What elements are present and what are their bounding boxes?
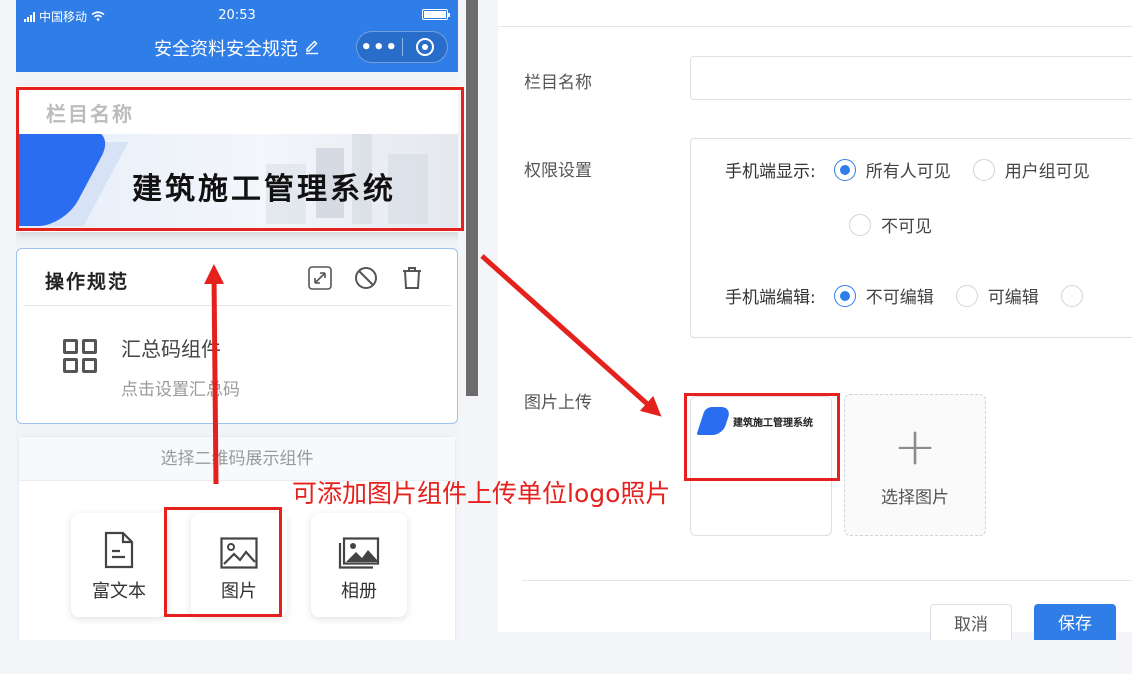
radio-user-group[interactable]: 用户组可见 — [972, 157, 1090, 182]
mini-program-capsule: ••• — [356, 31, 448, 63]
op-card-title: 操作规范 — [45, 271, 130, 293]
radio-everyone[interactable]: 所有人可见 — [833, 157, 951, 182]
radio-invisible[interactable]: 不可见 — [849, 212, 932, 237]
radio-unchecked-icon — [955, 284, 978, 307]
permission-label: 权限设置 — [524, 161, 592, 181]
radio-not-editable[interactable]: 不可编辑 — [833, 283, 934, 308]
select-image-button[interactable]: + 选择图片 — [844, 394, 986, 536]
preview-scrollbar[interactable] — [466, 0, 478, 396]
highlight-banner-box — [16, 87, 464, 231]
radio-unchecked-icon — [849, 213, 871, 236]
tile-label: 富文本 — [92, 581, 146, 602]
radio-checked-icon — [833, 158, 856, 181]
status-bar: 中国移动 20:53 — [16, 6, 458, 26]
highlight-image-tile-box — [164, 507, 282, 617]
album-icon — [338, 537, 380, 569]
qr-component-title[interactable]: 汇总码组件 — [121, 333, 221, 362]
delete-trash-icon[interactable] — [399, 265, 425, 291]
op-spec-card[interactable]: 操作规范 汇总码组件 点击设置汇总码 — [16, 248, 458, 424]
collapse-icon[interactable] — [307, 265, 333, 291]
plus-icon: + — [893, 417, 937, 477]
tile-album[interactable]: 相册 — [311, 513, 407, 617]
mobile-edit-label: 手机端编辑: — [725, 288, 816, 308]
radio-editable[interactable]: 可编辑 — [955, 283, 1039, 308]
more-menu-button[interactable]: ••• — [357, 37, 402, 58]
radio-label: 不可见 — [881, 217, 932, 237]
annotation-text: 可添加图片组件上传单位logo照片 — [292, 479, 671, 508]
radio-label: 所有人可见 — [865, 162, 951, 182]
disable-icon[interactable] — [353, 265, 379, 291]
select-image-label: 选择图片 — [881, 488, 949, 508]
edit-pencil-icon[interactable] — [304, 39, 320, 59]
settings-panel: 栏目名称 权限设置 手机端显示: 所有人可见 用户组可见 不可见 手机端编辑: … — [498, 0, 1132, 644]
name-label: 栏目名称 — [524, 73, 592, 93]
radio-unchecked-icon — [972, 158, 995, 181]
radio-label: 不可编辑 — [865, 288, 934, 308]
status-time: 20:53 — [218, 8, 256, 23]
battery-icon — [422, 9, 450, 20]
upload-label: 图片上传 — [524, 393, 592, 413]
radio-label: 可编辑 — [987, 288, 1039, 308]
highlight-thumbnail-box — [684, 393, 840, 481]
mobile-nav-header: 中国移动 20:53 安全资料安全规范 ••• — [16, 0, 458, 72]
bottom-strip — [0, 640, 1132, 674]
radio-checked-icon — [833, 284, 856, 307]
mobile-display-label: 手机端显示: — [725, 162, 816, 182]
mobile-display-row-2: 不可见 — [849, 212, 954, 237]
target-circle-icon — [415, 38, 434, 56]
qr-component-subtitle[interactable]: 点击设置汇总码 — [121, 375, 240, 400]
tile-rich-text[interactable]: 富文本 — [71, 513, 167, 617]
mobile-display-row: 手机端显示: 所有人可见 用户组可见 — [725, 157, 1112, 182]
tile-label: 相册 — [341, 581, 377, 602]
radio-unchecked-icon — [1060, 284, 1083, 307]
page-title-text: 安全资料安全规范 — [154, 39, 298, 60]
radio-label: 用户组可见 — [1004, 162, 1090, 182]
close-target-button[interactable] — [403, 38, 448, 56]
column-name-input[interactable] — [690, 56, 1132, 100]
cancel-button[interactable]: 取消 — [930, 604, 1012, 644]
grid-qr-icon — [63, 339, 97, 373]
save-button[interactable]: 保存 — [1034, 604, 1116, 644]
radio-more[interactable] — [1060, 284, 1093, 307]
mobile-edit-row: 手机端编辑: 不可编辑 可编辑 — [725, 283, 1115, 308]
document-icon — [104, 531, 134, 569]
permission-box: 手机端显示: 所有人可见 用户组可见 不可见 手机端编辑: 不可编辑 可编辑 — [690, 138, 1132, 338]
